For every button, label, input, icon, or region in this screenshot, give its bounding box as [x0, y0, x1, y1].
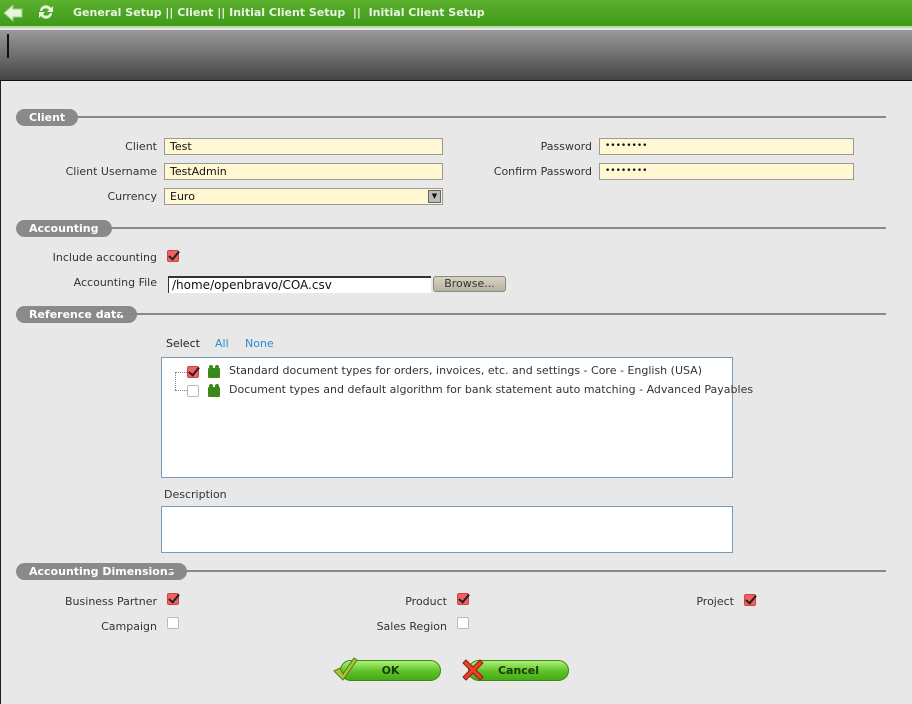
divider [70, 116, 886, 118]
description-textarea[interactable] [161, 506, 733, 553]
reference-item-checkbox[interactable] [187, 385, 199, 397]
select-all-link[interactable]: All [215, 337, 229, 350]
divider [168, 570, 886, 572]
project-checkbox[interactable] [744, 594, 756, 606]
reference-item-label: Standard document types for orders, invo… [229, 364, 702, 377]
currency-label: Currency [107, 190, 157, 203]
toolbar-separator [7, 34, 9, 58]
section-reference-data: Reference data [16, 306, 137, 323]
select-none-link[interactable]: None [245, 337, 274, 350]
include-accounting-label: Include accounting [52, 251, 157, 264]
confirm-password-label: Confirm Password [493, 165, 592, 178]
currency-select[interactable]: Euro ▼ [164, 188, 443, 205]
accounting-file-label: Accounting File [73, 276, 157, 289]
client-label: Client [125, 140, 157, 153]
section-accounting-dimensions: Accounting Dimensions [16, 563, 188, 580]
client-username-input[interactable]: TestAdmin [164, 163, 443, 180]
tree-line [175, 372, 187, 373]
product-checkbox[interactable] [457, 593, 469, 605]
breadcrumb: General Setup || Client || Initial Clien… [73, 6, 485, 19]
select-label: Select [166, 337, 200, 350]
section-client: Client [16, 109, 79, 126]
module-icon [208, 384, 220, 397]
accounting-file-input[interactable]: /home/openbravo/COA.csv [168, 276, 431, 293]
ok-label: OK [381, 664, 400, 677]
description-label: Description [164, 488, 227, 501]
chevron-down-icon[interactable]: ▼ [428, 190, 441, 203]
tree-line [175, 372, 176, 390]
module-icon [208, 365, 220, 378]
checkmark-icon [333, 657, 358, 681]
client-username-label: Client Username [65, 165, 157, 178]
cross-icon [462, 659, 484, 681]
business-partner-label: Business Partner [65, 595, 157, 608]
product-label: Product [405, 595, 447, 608]
password-input[interactable]: •••••••• [599, 138, 854, 155]
divider [120, 313, 886, 315]
reference-item-checkbox[interactable] [187, 366, 199, 378]
client-input[interactable]: Test [164, 138, 443, 155]
tree-line [175, 390, 187, 391]
currency-value: Euro [170, 190, 195, 203]
business-partner-checkbox[interactable] [167, 593, 179, 605]
campaign-label: Campaign [101, 620, 157, 633]
include-accounting-checkbox[interactable] [167, 250, 179, 262]
password-label: Password [540, 140, 592, 153]
toolbar [0, 30, 912, 81]
divider [100, 227, 886, 229]
cancel-label: Cancel [497, 664, 540, 677]
back-arrow-icon[interactable] [2, 2, 24, 24]
refresh-icon[interactable] [36, 2, 56, 22]
project-label: Project [696, 595, 734, 608]
section-accounting: Accounting [16, 220, 112, 237]
confirm-password-input[interactable]: •••••••• [599, 163, 854, 180]
sales-region-label: Sales Region [376, 620, 447, 633]
top-bar: General Setup || Client || Initial Clien… [0, 0, 912, 28]
sales-region-checkbox[interactable] [457, 617, 469, 629]
browse-button[interactable]: Browse... [433, 276, 506, 292]
reference-item-label: Document types and default algorithm for… [229, 383, 754, 396]
campaign-checkbox[interactable] [167, 617, 179, 629]
